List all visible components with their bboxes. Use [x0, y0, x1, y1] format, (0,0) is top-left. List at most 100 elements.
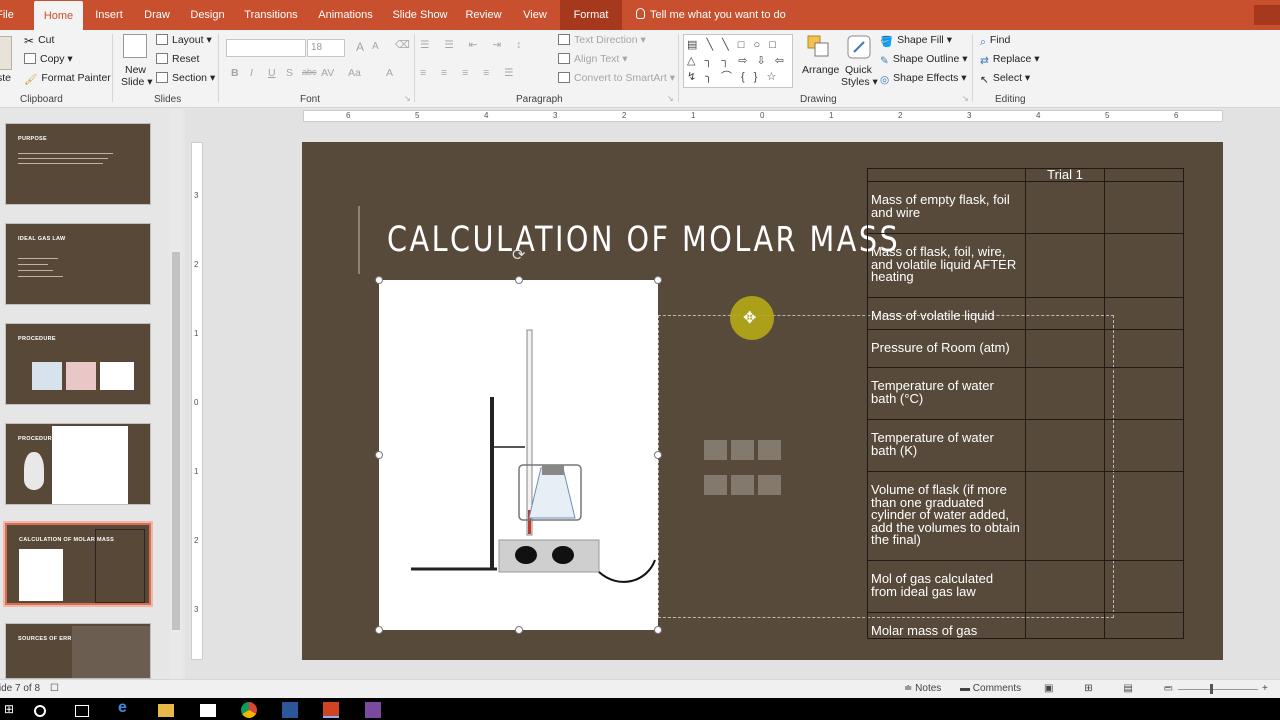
table-cell[interactable] — [1104, 181, 1184, 234]
quick-styles-icon[interactable] — [846, 34, 871, 59]
slide-thumbnail-3[interactable]: PROCEDURE — [5, 323, 151, 405]
table-row-label[interactable]: Mass of empty flask, foil and wire — [867, 181, 1026, 234]
grow-font-button[interactable]: A — [356, 40, 364, 54]
tab-file[interactable]: File — [0, 0, 20, 30]
strikethrough-button[interactable]: abc — [302, 67, 317, 77]
select-button[interactable]: ↖ Select ▾ — [980, 72, 1030, 86]
find-button[interactable]: ⌕ Find — [980, 34, 1010, 49]
search-icon[interactable] — [34, 705, 46, 717]
slide-canvas[interactable]: CALCULATION OF MOLAR MASS ⟳ Trial 1 Mass… — [302, 142, 1223, 660]
insert-video-icon[interactable] — [758, 475, 781, 495]
replace-button[interactable]: ⇄ Replace ▾ — [980, 53, 1040, 67]
arrange-icon[interactable] — [806, 34, 830, 58]
new-slide-button-line2[interactable]: Slide ▾ — [121, 76, 153, 88]
zoom-in-button[interactable]: + — [1262, 683, 1268, 694]
resize-handle[interactable] — [515, 276, 523, 284]
font-color-button[interactable]: A — [386, 67, 393, 79]
table-cell[interactable] — [1025, 419, 1105, 472]
table-cell[interactable] — [1025, 181, 1105, 234]
tab-transitions[interactable]: Transitions — [240, 0, 302, 30]
table-cell[interactable] — [1025, 560, 1105, 613]
resize-handle[interactable] — [375, 276, 383, 284]
resize-handle[interactable] — [375, 451, 383, 459]
arrange-button[interactable]: Arrange — [802, 64, 839, 76]
table-cell[interactable] — [1104, 612, 1184, 639]
table-cell[interactable] — [1104, 367, 1184, 420]
tab-animations[interactable]: Animations — [312, 0, 379, 30]
format-painter-button[interactable]: 🖌 Format Painter — [24, 72, 111, 86]
table-cell[interactable] — [1104, 329, 1184, 368]
powerpoint-icon[interactable] — [323, 702, 339, 718]
chrome-icon[interactable] — [241, 702, 257, 718]
italic-button[interactable]: I — [250, 67, 253, 79]
shape-effects-button[interactable]: ◎ Shape Effects ▾ — [880, 72, 967, 86]
resize-handle[interactable] — [654, 276, 662, 284]
table-header-cell[interactable]: Trial 1 — [1025, 168, 1105, 182]
comments-button[interactable]: ▬ Comments — [960, 683, 1021, 694]
table-cell[interactable] — [1104, 560, 1184, 613]
char-spacing-button[interactable]: AV — [321, 67, 334, 79]
table-row-label[interactable]: Temperature of water bath (K) — [867, 419, 1026, 472]
table-row-label[interactable]: Pressure of Room (atm) — [867, 329, 1026, 368]
zoom-slider[interactable] — [1178, 689, 1258, 690]
new-slide-button[interactable]: New — [125, 64, 146, 76]
slide-title[interactable]: CALCULATION OF MOLAR MASS — [387, 220, 900, 260]
table-header-cell[interactable] — [867, 168, 1026, 182]
insert-chart-icon[interactable] — [731, 440, 754, 460]
zoom-slider-thumb[interactable] — [1210, 684, 1213, 694]
apparatus-picture[interactable] — [379, 280, 658, 630]
table-cell[interactable] — [1025, 612, 1105, 639]
table-cell[interactable] — [1104, 233, 1184, 298]
notes-button[interactable]: ≐ Notes — [904, 683, 941, 694]
new-slide-icon[interactable] — [123, 34, 147, 58]
table-cell[interactable] — [1104, 297, 1184, 330]
drawing-dialog-launcher-icon[interactable]: ↘ — [962, 94, 969, 103]
scrollbar-thumb[interactable] — [172, 252, 180, 630]
copy-button[interactable]: Copy ▾ — [24, 53, 73, 65]
resize-handle[interactable] — [515, 626, 523, 634]
tab-design[interactable]: Design — [185, 0, 230, 30]
table-row-label[interactable]: Mass of volatile liquid — [867, 297, 1026, 330]
shadow-button[interactable]: S — [286, 67, 293, 79]
quick-styles-button[interactable]: Quick — [845, 64, 872, 76]
tab-view[interactable]: View — [516, 0, 554, 30]
online-picture-icon[interactable] — [731, 475, 754, 495]
shape-fill-button[interactable]: 🪣 Shape Fill ▾ — [880, 34, 952, 48]
font-size-input[interactable]: 18 — [307, 39, 345, 57]
zoom-out-button[interactable]: − — [1165, 683, 1171, 694]
paste-button[interactable]: ste — [0, 72, 11, 84]
table-cell[interactable] — [1025, 297, 1105, 330]
word-icon[interactable] — [282, 702, 298, 718]
store-icon[interactable] — [200, 704, 216, 717]
teams-icon[interactable] — [365, 702, 381, 718]
slide-thumbnail-4[interactable]: PROCEDURE — [5, 423, 151, 505]
table-row-label[interactable]: Mol of gas calculated from ideal gas law — [867, 560, 1026, 613]
data-table[interactable]: Trial 1 Mass of empty flask, foil and wi… — [867, 168, 1184, 639]
tab-draw[interactable]: Draw — [139, 0, 175, 30]
reset-button[interactable]: Reset — [156, 53, 199, 65]
task-view-icon[interactable] — [75, 705, 89, 717]
table-cell[interactable] — [1104, 419, 1184, 472]
spelling-icon[interactable]: ☐ — [50, 683, 59, 694]
windows-icon[interactable]: ⊞ — [4, 702, 20, 718]
table-header-cell[interactable] — [1104, 168, 1184, 182]
table-cell[interactable] — [1025, 233, 1105, 298]
tab-insert[interactable]: Insert — [89, 0, 129, 30]
tab-review[interactable]: Review — [461, 0, 506, 30]
resize-handle[interactable] — [654, 626, 662, 634]
edge-icon[interactable]: e — [118, 699, 134, 716]
section-button[interactable]: Section ▾ — [156, 72, 215, 84]
resize-handle[interactable] — [375, 626, 383, 634]
user-icon[interactable] — [1254, 5, 1280, 25]
table-row-label[interactable]: Molar mass of gas — [867, 612, 1026, 639]
quick-styles-button-line2[interactable]: Styles ▾ — [841, 76, 878, 88]
list-buttons[interactable]: ☰ ☰ ⇤ ⇥ ↕ — [420, 39, 527, 51]
smartart-button[interactable]: Convert to SmartArt ▾ — [558, 72, 675, 84]
clear-formatting-icon[interactable]: ⌫ — [395, 39, 410, 51]
rotate-handle-icon[interactable]: ⟳ — [512, 245, 525, 265]
layout-button[interactable]: Layout ▾ — [156, 34, 212, 46]
slide-thumbnail-5[interactable]: CALCULATION OF MOLAR MASS — [3, 521, 153, 607]
file-explorer-icon[interactable] — [158, 704, 174, 717]
shrink-font-button[interactable]: A — [372, 41, 379, 52]
bold-button[interactable]: B — [231, 67, 239, 79]
